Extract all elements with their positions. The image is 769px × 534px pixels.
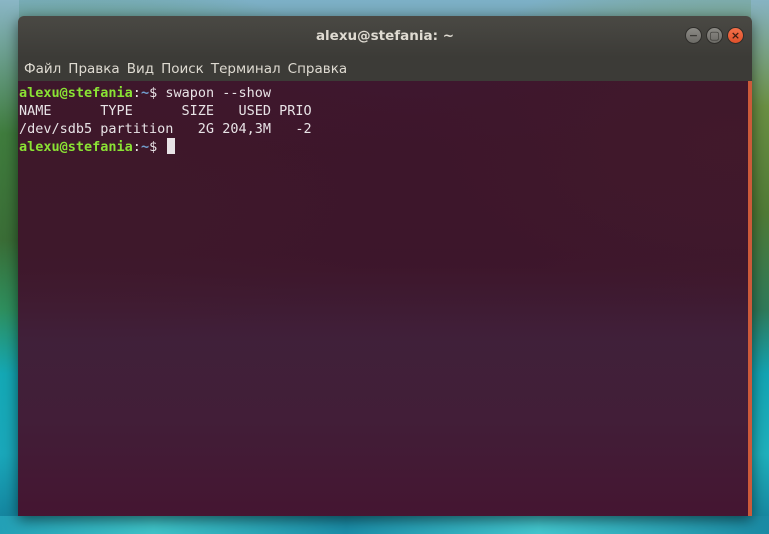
- current-prompt-line[interactable]: alexu@stefania:~$: [19, 138, 752, 156]
- menu-search[interactable]: Поиск: [161, 61, 210, 77]
- wallpaper-right: [751, 0, 769, 534]
- title-bar[interactable]: alexu@stefania: ~ − ▢ ×: [18, 16, 752, 57]
- command-line: alexu@stefania:~$ swapon --show: [19, 84, 752, 102]
- maximize-button[interactable]: ▢: [706, 27, 723, 44]
- menu-terminal[interactable]: Терминал: [211, 61, 287, 77]
- menu-bar: Файл Правка Вид Поиск Терминал Справка: [18, 57, 752, 81]
- prompt-separator: :: [132, 85, 141, 101]
- prompt-symbol: $: [149, 85, 166, 101]
- prompt-symbol: $: [149, 139, 166, 155]
- output-row: /dev/sdb5 partition 2G 204,3M -2: [19, 121, 312, 137]
- terminal-area[interactable]: alexu@stefania:~$ swapon --show NAME TYP…: [18, 81, 752, 516]
- menu-view[interactable]: Вид: [127, 61, 160, 77]
- minimize-button[interactable]: −: [685, 27, 702, 44]
- prompt-separator: :: [132, 139, 141, 155]
- output-header: NAME TYPE SIZE USED PRIO: [19, 103, 312, 119]
- command-text: swapon --show: [165, 85, 272, 101]
- terminal-window: alexu@stefania: ~ − ▢ × Файл Правка Вид …: [18, 16, 752, 516]
- scrollbar[interactable]: [748, 81, 752, 516]
- prompt-path: ~: [140, 139, 150, 155]
- close-button[interactable]: ×: [727, 27, 744, 44]
- menu-help[interactable]: Справка: [288, 61, 353, 77]
- window-controls: − ▢ ×: [685, 27, 744, 44]
- prompt-user-host: alexu@stefania: [19, 139, 133, 155]
- prompt-user-host: alexu@stefania: [19, 85, 133, 101]
- wallpaper-left: [0, 0, 19, 534]
- menu-file[interactable]: Файл: [24, 61, 67, 77]
- window-title: alexu@stefania: ~: [315, 28, 455, 44]
- prompt-path: ~: [140, 85, 150, 101]
- wallpaper-bottom: [0, 516, 769, 534]
- menu-edit[interactable]: Правка: [68, 61, 125, 77]
- text-cursor: [167, 138, 176, 154]
